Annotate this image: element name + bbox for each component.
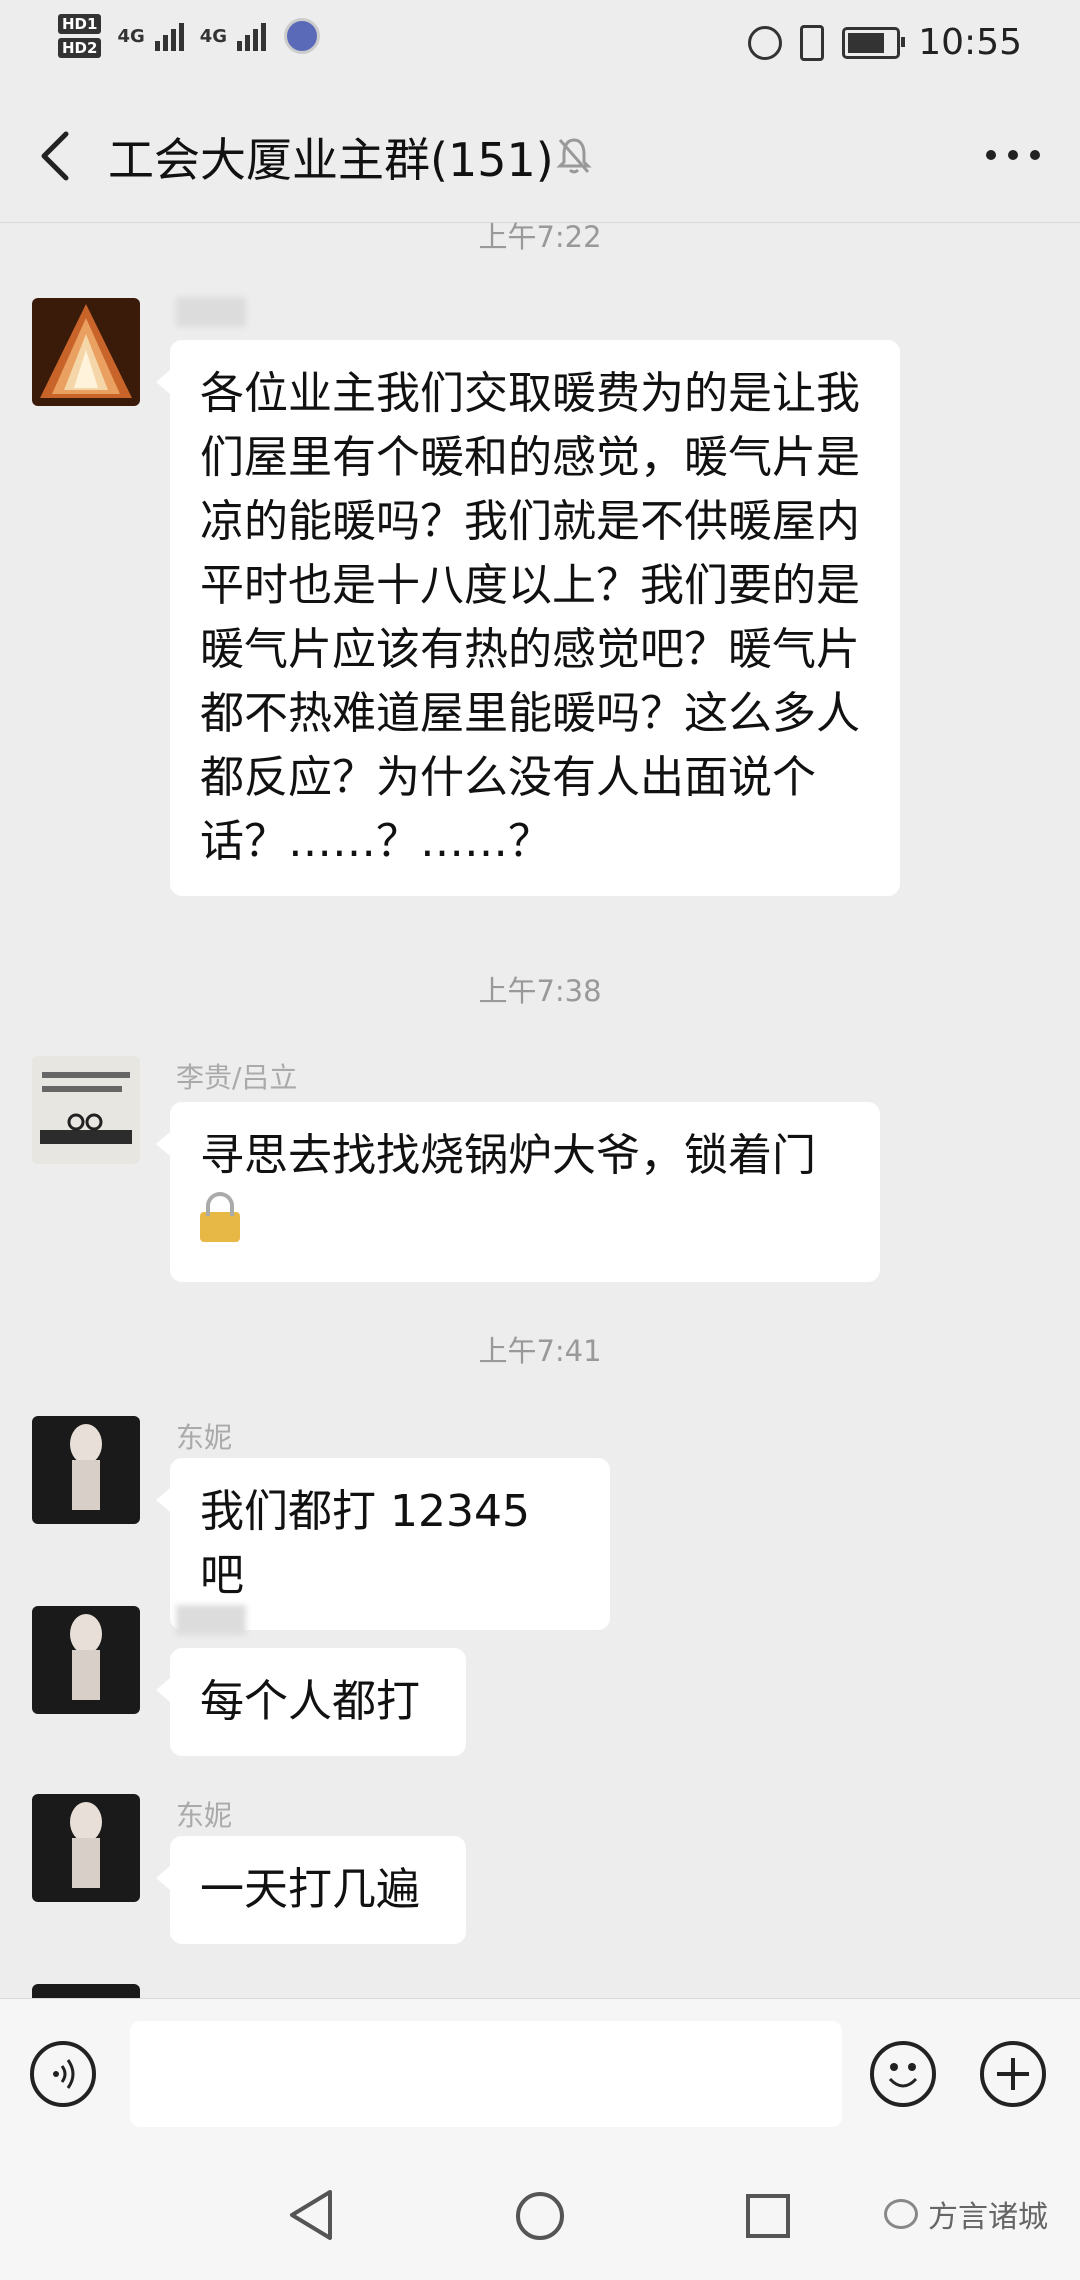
watermark-text: 方言诸城 (928, 2200, 1048, 2235)
add-icon[interactable] (980, 2041, 1046, 2107)
alarm-icon (748, 25, 783, 60)
timestamp: 上午7:41 (478, 1334, 602, 1368)
avatar[interactable] (32, 1606, 140, 1714)
sender-name: 李贵/吕立 (176, 1061, 298, 1094)
hd-badges: HD1 HD2 (58, 14, 102, 58)
network-type-2: 4G (199, 25, 228, 47)
hd2-badge: HD2 (58, 38, 102, 58)
chat-header: 工会大厦业主群(151) (0, 90, 1080, 223)
hd1-badge: HD1 (58, 14, 102, 34)
timestamp: 上午7:22 (478, 222, 602, 254)
clock: 10:55 (918, 22, 1022, 63)
nav-recents-icon[interactable] (744, 2192, 792, 2240)
wechat-logo-icon (884, 2199, 918, 2229)
status-left: HD1 HD2 4G 4G (58, 14, 321, 58)
signal-icon-2 (237, 21, 267, 51)
status-bar: HD1 HD2 4G 4G 10:55 (0, 0, 1080, 90)
message-text: 寻思去找找烧锅炉大爷，锁着门 (200, 1130, 816, 1181)
emoji-icon[interactable] (870, 2041, 936, 2107)
avatar[interactable] (32, 1794, 140, 1902)
sender-name (176, 1602, 246, 1635)
message-bubble[interactable]: 每个人都打 (156, 1648, 466, 1756)
mute-bell-icon (556, 138, 592, 174)
voice-input-icon[interactable] (30, 2041, 96, 2107)
timestamp: 上午7:38 (478, 974, 602, 1008)
message-bubble[interactable]: 寻思去找找烧锅炉大爷，锁着门 (156, 1102, 880, 1282)
input-bar (0, 1998, 1080, 2149)
avatar[interactable] (32, 298, 140, 406)
app-notification-icon (284, 18, 321, 54)
avatar[interactable] (32, 1984, 140, 1998)
avatar[interactable] (32, 1056, 140, 1164)
system-nav-bar: 方言诸城 (0, 2148, 1080, 2280)
nav-back-icon[interactable] (286, 2188, 336, 2242)
sender-name (176, 294, 246, 327)
chat-title: 工会大厦业主群(151) (108, 133, 554, 187)
chat-area[interactable]: 上午7:22 各位业主我们交取暖费为的是让我们屋里有个暖和的感觉，暖气片是凉的能… (0, 222, 1080, 1998)
nav-home-icon[interactable] (514, 2190, 566, 2242)
vibrate-icon (800, 24, 825, 61)
battery-icon (842, 26, 906, 59)
more-options-icon[interactable] (986, 150, 1040, 160)
avatar[interactable] (32, 1416, 140, 1524)
sender-name: 东妮 (176, 1421, 233, 1454)
message-bubble[interactable]: 一天打几遍 (156, 1836, 466, 1944)
network-type-1: 4G (117, 25, 145, 47)
sender-name: 东妮 (176, 1799, 233, 1832)
message-input[interactable] (130, 2021, 842, 2127)
status-right: 10:55 (748, 22, 1022, 63)
signal-icon (154, 21, 184, 51)
back-arrow-icon[interactable] (36, 130, 76, 182)
watermark: 方言诸城 (884, 2192, 1048, 2236)
message-bubble[interactable]: 各位业主我们交取暖费为的是让我们屋里有个暖和的感觉，暖气片是凉的能暖吗？我们就是… (156, 340, 900, 896)
lock-emoji-icon (200, 1192, 240, 1242)
